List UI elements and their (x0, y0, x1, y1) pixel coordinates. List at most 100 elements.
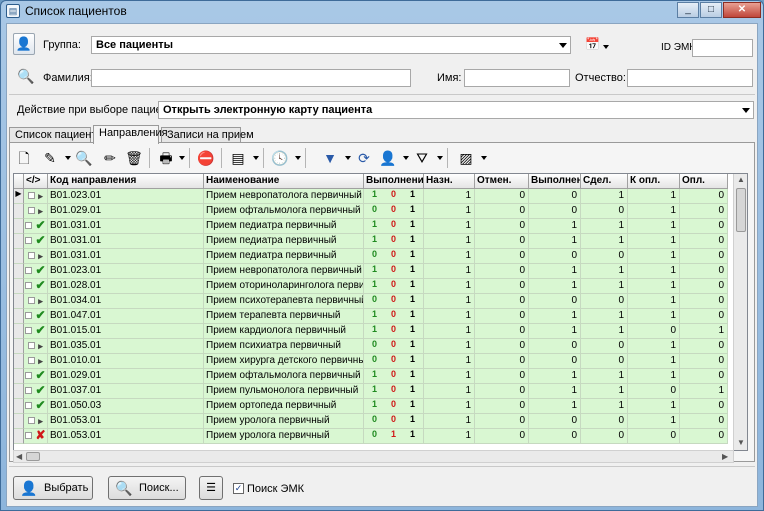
minimize-button[interactable]: _ (677, 2, 699, 18)
table-row[interactable]: ▸ B01.031.01 Прием педиатра первичный 0 0 1 1 0… (14, 249, 728, 264)
select-button[interactable]: 👤 Выбрать (13, 476, 93, 500)
table-row[interactable]: ▸ B01.034.01 Прием психотерапевта первичны… (14, 294, 728, 309)
scroll-right-icon[interactable]: ▶ (722, 452, 728, 461)
row-checkbox[interactable] (28, 252, 36, 259)
table-row[interactable]: ▸ B01.035.01 Прием психиатра первичный 0 0 1 1… (14, 339, 728, 354)
row-indicator[interactable] (14, 354, 24, 369)
column-header[interactable]: Выполнение (364, 174, 424, 189)
table-row[interactable]: ✔ B01.050.03 Прием ортопеда первичный 1 0 1 1 0… (14, 399, 728, 414)
row-indicator[interactable] (14, 324, 24, 339)
name-input[interactable] (464, 69, 570, 87)
row-indicator[interactable] (14, 309, 24, 324)
table-row[interactable]: ✘ B01.053.01 Прием уролога первичный 0 1 1 1 0 0… (14, 429, 728, 444)
column-header[interactable]: Наименование (204, 174, 364, 189)
doctor-group-icon[interactable]: 👤 (13, 33, 35, 55)
row-checkbox[interactable] (28, 342, 36, 349)
row-checkbox[interactable] (25, 267, 33, 274)
chevron-down-icon[interactable] (65, 156, 71, 160)
filter-icon[interactable]: ▼ (319, 147, 341, 169)
column-header[interactable]: Выполнено (529, 174, 581, 189)
settings-button[interactable]: ☰ (199, 476, 223, 500)
new-document-icon[interactable]: 🗋 (13, 147, 35, 169)
table-row[interactable]: ✔ B01.029.01 Прием офтальмолога первичный 1… (14, 369, 728, 384)
column-header[interactable]: Сдел. (581, 174, 628, 189)
emk-search-checkbox[interactable]: ✓ (233, 483, 244, 494)
row-checkbox[interactable] (25, 222, 33, 229)
table-row[interactable]: ✔ B01.028.01 Прием оториноларинголога перв… (14, 279, 728, 294)
table-row[interactable]: ▸ B01.029.01 Прием офтальмолога первичный 0… (14, 204, 728, 219)
chevron-down-icon[interactable] (295, 156, 301, 160)
row-checkbox[interactable] (25, 327, 33, 334)
action-select[interactable]: Открыть электронную карту пациента (158, 101, 754, 119)
surname-input[interactable] (91, 69, 411, 87)
row-indicator[interactable] (14, 369, 24, 384)
row-indicator[interactable] (14, 339, 24, 354)
table-row[interactable]: ▶ ▸ B01.023.01 Прием невропатолога первичны… (14, 189, 728, 204)
row-indicator[interactable] (14, 249, 24, 264)
column-header[interactable]: Код направления (48, 174, 204, 189)
add-list-icon[interactable]: ▤ (227, 147, 249, 169)
row-indicator[interactable] (14, 279, 24, 294)
row-checkbox[interactable] (25, 237, 33, 244)
title-bar[interactable]: ▤ Список пациентов _ □ ✕ (1, 1, 763, 21)
column-header[interactable]: Опл. (680, 174, 728, 189)
calendar-settings-icon[interactable]: 📅 (585, 37, 613, 55)
row-indicator[interactable] (14, 429, 24, 444)
stop-icon[interactable]: ⛔ (195, 147, 217, 169)
table-row[interactable]: ✔ B01.015.01 Прием кардиолога первичный 1 0 1… (14, 324, 728, 339)
column-header[interactable]: </> (24, 174, 48, 189)
row-checkbox[interactable] (28, 192, 36, 199)
chevron-down-icon[interactable] (403, 156, 409, 160)
edit-icon[interactable]: ✎ (39, 147, 61, 169)
row-indicator[interactable] (14, 294, 24, 309)
row-indicator[interactable] (14, 234, 24, 249)
chevron-down-icon[interactable] (179, 156, 185, 160)
row-indicator[interactable] (14, 204, 24, 219)
print-icon[interactable]: 🖶 (155, 147, 177, 169)
scroll-up-icon[interactable]: ▲ (737, 175, 745, 184)
close-button[interactable]: ✕ (723, 2, 761, 18)
doctor-icon[interactable]: 👤 (377, 147, 399, 169)
row-checkbox[interactable] (25, 432, 33, 439)
clock-icon[interactable]: 🕓 (269, 147, 291, 169)
trash-icon[interactable]: 🗑 (123, 147, 145, 169)
column-header[interactable]: Отмен. (475, 174, 529, 189)
table-row[interactable]: ✔ B01.047.01 Прием терапевта первичный 1 0 1 1… (14, 309, 728, 324)
referrals-grid[interactable]: </> Код направления Наименование Выполнение… (13, 173, 748, 451)
tab-patient-list[interactable]: Список пациентов (9, 127, 108, 143)
row-indicator[interactable] (14, 264, 24, 279)
table-row[interactable]: ✔ B01.031.01 Прием педиатра первичный 1 0 1 1 0… (14, 219, 728, 234)
tab-referrals[interactable]: Направления (93, 125, 168, 144)
row-indicator[interactable]: ▶ (14, 189, 24, 204)
vertical-scrollbar[interactable]: ▲ ▼ (733, 174, 747, 450)
group-select[interactable]: Все пациенты (91, 36, 571, 54)
row-checkbox[interactable] (28, 357, 36, 364)
row-checkbox[interactable] (25, 402, 33, 409)
row-checkbox[interactable] (25, 372, 33, 379)
search-button[interactable]: 🔍 Поиск... (108, 476, 186, 500)
table-row[interactable]: ▸ B01.010.01 Прием хирурга детского первич… (14, 354, 728, 369)
row-indicator[interactable] (14, 384, 24, 399)
vertical-scroll-thumb[interactable] (736, 188, 746, 232)
settings-panel-icon[interactable]: ▨ (455, 147, 477, 169)
maximize-button[interactable]: □ (700, 2, 722, 18)
tab-appointments[interactable]: Записи на прием (161, 127, 254, 143)
column-header[interactable] (14, 174, 24, 189)
scroll-down-icon[interactable]: ▼ (737, 438, 745, 447)
search-icon[interactable]: 🔍 (73, 147, 95, 169)
row-checkbox[interactable] (28, 297, 36, 304)
chevron-down-icon[interactable] (481, 156, 487, 160)
chevron-down-icon[interactable] (345, 156, 351, 160)
table-row[interactable]: ✔ B01.031.01 Прием педиатра первичный 1 0 1 1 0… (14, 234, 728, 249)
table-row[interactable]: ✔ B01.037.01 Прием пульмонолога первичный 1… (14, 384, 728, 399)
row-indicator[interactable] (14, 414, 24, 429)
pencil-icon[interactable]: ✏ (99, 147, 121, 169)
filter-list-icon[interactable]: ⛛ (411, 147, 433, 169)
patronymic-input[interactable] (627, 69, 753, 87)
column-header[interactable]: Назн. (424, 174, 475, 189)
scroll-left-icon[interactable]: ◀ (16, 452, 22, 461)
row-checkbox[interactable] (28, 417, 36, 424)
row-checkbox[interactable] (25, 312, 33, 319)
table-row[interactable]: ▸ B01.053.01 Прием уролога первичный 0 0 1 1 0 0… (14, 414, 728, 429)
row-indicator[interactable] (14, 399, 24, 414)
